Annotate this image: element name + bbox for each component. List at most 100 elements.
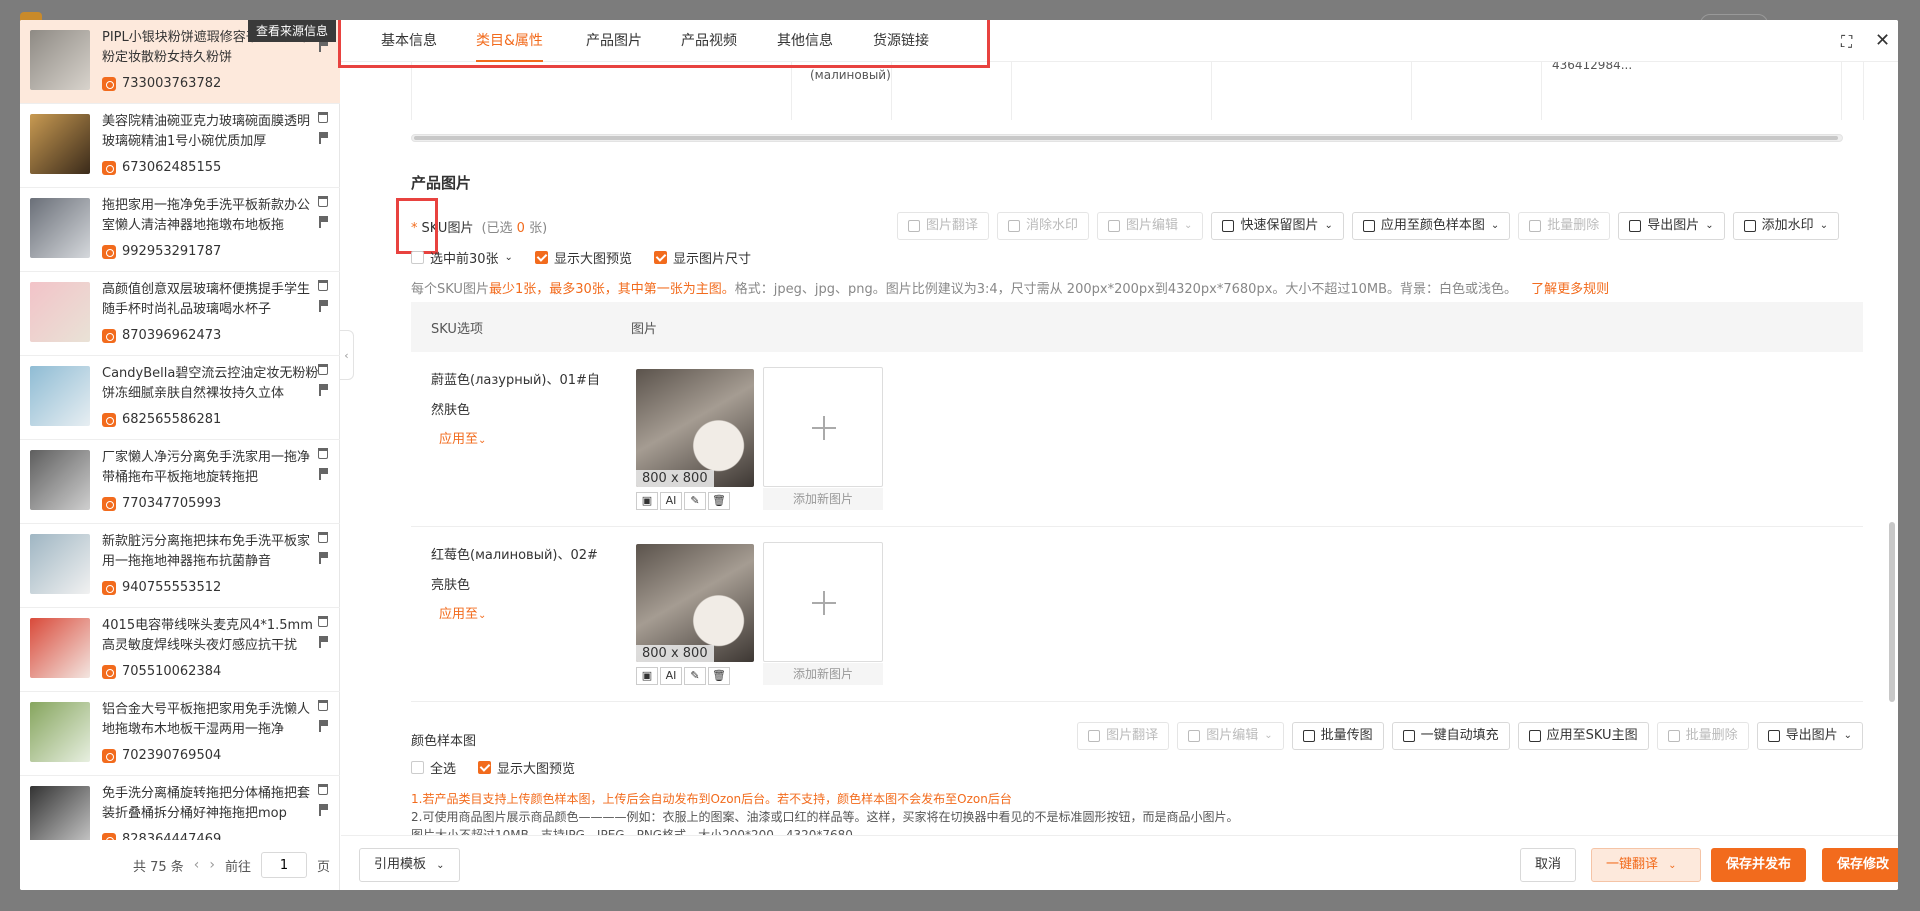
vertical-scrollbar[interactable] — [1889, 522, 1895, 702]
tool-icon — [1667, 730, 1680, 742]
product-id: 940755553512 — [122, 580, 222, 595]
trash-icon[interactable] — [318, 112, 328, 123]
content-scroll-area: (малиновый) 436412984... 产品图片 * SKU图片 (已选 … — [341, 62, 1898, 835]
trash-icon[interactable] — [318, 280, 328, 291]
modal-footer: 引用模板 ⌄ 取消 一键翻译 ⌄ 保存并发布 保存修改 — [341, 835, 1898, 890]
image-action-1-icon[interactable]: AI — [660, 492, 682, 510]
ozon-icon — [102, 412, 116, 427]
tool-icon — [1362, 220, 1375, 232]
edit-panel: 基本信息 类目&属性 产品图片 产品视频 其他信息 货源链接 ⛶ ✕ (мали… — [338, 20, 1898, 890]
horizontal-scrollbar[interactable] — [411, 134, 1843, 142]
swatch-tool-button-5[interactable]: 批量删除 — [1656, 722, 1749, 750]
image-action-1-icon[interactable]: AI — [660, 667, 682, 685]
template-select[interactable]: 引用模板 ⌄ — [359, 848, 460, 882]
product-edit-modal: 查看来源信息 PIPL小银块粉饼遮瑕修容干湿两用干粉定妆散粉女持久粉饼 73300… — [20, 20, 1898, 890]
flag-icon[interactable] — [319, 636, 328, 648]
image-actions: ▣ AI ✎ 🗑 — [636, 492, 730, 510]
flag-icon[interactable] — [319, 216, 328, 228]
show-size-checkbox[interactable]: 显示图片尺寸 — [653, 248, 751, 267]
sku-option-name: 红莓色(малиновый)、02#亮肤色 — [431, 548, 598, 593]
image-action-2-icon[interactable]: ✎ — [684, 667, 706, 685]
flag-icon[interactable] — [319, 132, 328, 144]
sku-tool-button-2[interactable]: 图片编辑 ⌄ — [1097, 212, 1204, 240]
flag-icon[interactable] — [319, 384, 328, 396]
product-list-item[interactable]: 新款脏污分离拖把抹布免手洗平板家用一拖拖地神器拖布抗菌静音 94075555351… — [20, 524, 340, 608]
prev-page-button[interactable]: ‹ — [194, 857, 200, 873]
tool-icon — [1529, 220, 1542, 232]
image-action-0-icon[interactable]: ▣ — [636, 667, 658, 685]
translate-button[interactable]: 一键翻译 ⌄ — [1591, 848, 1701, 882]
image-action-2-icon[interactable]: ✎ — [684, 492, 706, 510]
product-title: 拖把家用一拖净免手洗平板新款办公室懒人清洁神器地拖墩布地板拖 — [102, 198, 311, 233]
product-thumbnail — [30, 786, 90, 840]
trash-icon[interactable] — [318, 700, 328, 711]
trash-icon[interactable] — [318, 532, 328, 543]
product-list-item[interactable]: CandyBella碧空流云控油定妆无粉粉饼冻细腻亲肤自然裸妆持久立体 68256… — [20, 356, 340, 440]
sku-tool-button-1[interactable]: 消除水印 — [997, 212, 1090, 240]
flag-icon[interactable] — [319, 300, 328, 312]
product-list-item[interactable]: 高颜值创意双层玻璃杯便携提手学生随手杯时尚礼品玻璃喝水杯子 87039696247… — [20, 272, 340, 356]
product-id: 828364447469 — [122, 832, 222, 840]
tool-icon — [1629, 220, 1642, 232]
sku-tool-button-5[interactable]: 批量删除 — [1518, 212, 1611, 240]
column-image: 图片 — [631, 322, 658, 337]
product-id: 992953291787 — [122, 244, 222, 259]
add-image-button[interactable] — [763, 542, 883, 662]
apply-to-dropdown[interactable]: 应用至⌄ — [439, 428, 486, 447]
save-button[interactable]: 保存修改 — [1822, 848, 1898, 882]
product-list-item[interactable]: 美容院精油碗亚克力玻璃碗面膜透明玻璃碗精油1号小碗优质加厚 67306248515… — [20, 104, 340, 188]
add-image-button[interactable] — [763, 367, 883, 487]
swatch-tool-button-1[interactable]: 图片编辑 ⌄ — [1177, 722, 1284, 750]
swatch-tool-button-6[interactable]: 导出图片 ⌄ — [1756, 722, 1863, 750]
flag-icon[interactable] — [319, 552, 328, 564]
sku-tool-button-4[interactable]: 应用至颜色样本图 ⌄ — [1351, 212, 1511, 240]
cancel-button[interactable]: 取消 — [1520, 848, 1577, 882]
image-action-0-icon[interactable]: ▣ — [636, 492, 658, 510]
add-image-label: 添加新图片 — [763, 488, 883, 510]
swatch-preview-checkbox[interactable]: 显示大图预览 — [478, 758, 575, 777]
sku-tool-button-0[interactable]: 图片翻译 — [897, 212, 990, 240]
product-list: PIPL小银块粉饼遮瑕修容干湿两用干粉定妆散粉女持久粉饼 733003763782… — [20, 20, 340, 840]
swatch-tool-button-2[interactable]: 批量传图 — [1291, 722, 1384, 750]
page-input[interactable] — [260, 852, 307, 878]
sku-image[interactable]: 800 x 800 — [636, 369, 754, 487]
source-info-tooltip[interactable]: 查看来源信息 — [248, 20, 337, 42]
ozon-icon — [102, 244, 116, 259]
sku-tool-button-7[interactable]: 添加水印 ⌄ — [1732, 212, 1840, 240]
product-list-item[interactable]: 免手洗分离桶旋转拖把分体桶拖把套装折叠桶拆分桶好神拖拖把mop 828364447… — [20, 776, 340, 840]
image-action-3-icon[interactable]: 🗑 — [708, 492, 730, 510]
sku-tool-button-3[interactable]: 快速保留图片 ⌄ — [1211, 212, 1344, 240]
apply-to-dropdown[interactable]: 应用至⌄ — [439, 603, 486, 622]
show-preview-checkbox[interactable]: 显示大图预览 — [534, 248, 632, 267]
sku-image[interactable]: 800 x 800 — [636, 544, 754, 662]
product-title: 4015电容带线咪头麦克风4*1.5mm高灵敏度焊线咪头夜灯感应抗干扰 — [102, 618, 313, 653]
close-icon[interactable]: ✕ — [1875, 30, 1890, 51]
product-thumbnail — [30, 366, 90, 426]
sku-tool-button-6[interactable]: 导出图片 ⌄ — [1618, 212, 1725, 240]
product-title: 厂家懒人净污分离免手洗家用一拖净带桶拖布平板拖地旋转拖把 — [102, 450, 311, 485]
trash-icon[interactable] — [318, 196, 328, 207]
trash-icon[interactable] — [318, 364, 328, 375]
learn-more-link[interactable]: 了解更多规则 — [1531, 282, 1609, 297]
fullscreen-icon[interactable]: ⛶ — [1841, 32, 1852, 52]
image-action-3-icon[interactable]: 🗑 — [708, 667, 730, 685]
product-list-item[interactable]: 铝合金大号平板拖把家用免手洗懒人地拖墩布木地板干湿两用一拖净 7023907695… — [20, 692, 340, 776]
swatch-tool-button-0[interactable]: 图片翻译 — [1077, 722, 1170, 750]
select-all-checkbox[interactable]: 全选 — [411, 758, 456, 777]
trash-icon[interactable] — [318, 616, 328, 627]
trash-icon[interactable] — [318, 448, 328, 459]
flag-icon[interactable] — [319, 720, 328, 732]
next-page-button[interactable]: › — [209, 857, 215, 873]
trash-icon[interactable] — [318, 784, 328, 795]
product-list-item[interactable]: 拖把家用一拖净免手洗平板新款办公室懒人清洁神器地拖墩布地板拖 9929532917… — [20, 188, 340, 272]
select-first-30-checkbox[interactable]: 选中前30张 ⌄ — [411, 248, 513, 267]
product-list-item[interactable]: 4015电容带线咪头麦克风4*1.5mm高灵敏度焊线咪头夜灯感应抗干扰 70551… — [20, 608, 340, 692]
swatch-tool-button-4[interactable]: 应用至SKU主图 — [1517, 722, 1649, 750]
sku-option-name: 蔚蓝色(лазурный)、01#自然肤色 — [431, 373, 600, 418]
flag-icon[interactable] — [319, 468, 328, 480]
save-publish-button[interactable]: 保存并发布 — [1711, 848, 1807, 882]
product-list-item[interactable]: 厂家懒人净污分离免手洗家用一拖净带桶拖布平板拖地旋转拖把 770347705993 — [20, 440, 340, 524]
flag-icon[interactable] — [319, 804, 328, 816]
swatch-tool-button-3[interactable]: 一键自动填充 — [1391, 722, 1510, 750]
swatch-title: 颜色样本图 — [411, 734, 477, 749]
